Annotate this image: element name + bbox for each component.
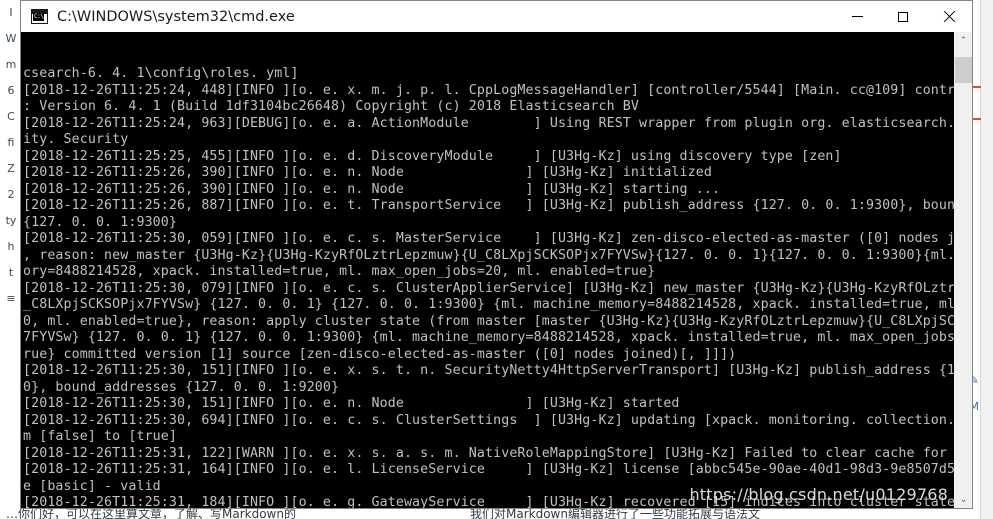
console-line: {127. 0. 0. 1:9300} [23, 214, 178, 230]
console-line: ory=8488214528, xpack. installed=true, m… [23, 264, 656, 279]
console-scrollbar[interactable]: ⌃ ⌄ [954, 32, 972, 508]
background-strip-char: fi [7, 136, 15, 149]
background-strip-char: t [8, 266, 14, 279]
close-icon [943, 11, 955, 23]
console-line: [2018-12-26T11:25:24, 963][DEBUG][o. e. … [23, 115, 954, 131]
background-strip-char: ty [5, 214, 17, 227]
console-line: [2018-12-26T11:25:26, 390][INFO ][o. e. … [23, 181, 721, 197]
background-strip-char: h [7, 240, 15, 253]
minimize-icon [851, 16, 863, 17]
console-line: [2018-12-26T11:25:31, 122][WARN ][o. e. … [23, 445, 954, 461]
console-output[interactable]: csearch-6. 4. 1\config\roles. yml] [2018-… [21, 32, 954, 508]
close-button[interactable] [926, 1, 972, 32]
window-controls [834, 1, 972, 32]
background-strip-char: C [7, 110, 15, 123]
watermark-url: https://blog.csdn.net/u0129768 [689, 484, 948, 504]
cmd-window: C:\WINDOWS\system32\cmd.exe csearch-6. 4… [20, 0, 973, 509]
background-strip-char: I [9, 6, 13, 19]
background-left-strip: I Wm 6 Cfi Z 2 ty h t ≡ [0, 0, 22, 519]
console-line: [2018-12-26T11:25:26, 390][INFO ][o. e. … [23, 165, 712, 180]
console-line: 7FYVSw} {127. 0. 0. 1} {127. 0. 0. 1:930… [23, 330, 954, 345]
console-line: [2018-12-26T11:25:30, 151][INFO ][o. e. … [23, 363, 954, 378]
background-right-scroll-column[interactable] [980, 0, 993, 519]
background-strip-char: Z [7, 162, 15, 175]
background-strip-char: 6 [7, 84, 15, 97]
console-line: [2018-12-26T11:25:24, 448][INFO ][o. e. … [23, 82, 954, 98]
window-titlebar[interactable]: C:\WINDOWS\system32\cmd.exe [21, 1, 972, 32]
background-strip-char: m [5, 58, 17, 71]
console-line: , reason: new_master {U3Hg-Kz}{U3Hg-KzyR… [23, 247, 954, 263]
maximize-icon [898, 11, 908, 22]
console-line: [2018-12-26T11:25:30, 079][INFO ][o. e. … [23, 280, 954, 296]
console-line: [2018-12-26T11:25:30, 059][INFO ][o. e. … [23, 231, 954, 246]
console-line: [2018-12-26T11:25:26, 887][INFO ][o. e. … [23, 198, 954, 213]
console-line: ity. Security [23, 132, 129, 147]
scroll-thumb[interactable] [955, 57, 972, 83]
console-line: _C8LXpjSCKSOPjx7FYVSw} {127. 0. 0. 1} {1… [23, 297, 954, 312]
scroll-up-arrow-icon[interactable]: ⌃ [955, 32, 972, 49]
console-line: [2018-12-26T11:25:30, 694][INFO ][o. e. … [23, 412, 954, 428]
console-line: 0}, bound_addresses {127. 0. 0. 1:9200} [23, 379, 340, 395]
console-line: m [false] to [true] [23, 429, 178, 444]
scroll-down-arrow-icon[interactable]: ⌄ [955, 491, 972, 508]
minimize-button[interactable] [834, 1, 880, 32]
console-line: : Version 6. 4. 1 (Build 1df3104bc26648)… [23, 99, 640, 114]
console-line: 0, ml. enabled=true}, reason: apply clus… [23, 313, 954, 329]
background-strip-char: W [5, 32, 17, 45]
window-title: C:\WINDOWS\system32\cmd.exe [57, 8, 295, 25]
console-line: [2018-12-26T11:25:30, 151][INFO ][o. e. … [23, 396, 680, 411]
console-area: csearch-6. 4. 1\config\roles. yml] [2018-… [21, 32, 972, 508]
cmd-console-icon [31, 9, 48, 24]
background-strip-char: ≡ [6, 292, 16, 305]
console-line: rue} committed version [1] source [zen-d… [23, 346, 737, 362]
maximize-button[interactable] [880, 1, 926, 32]
console-line: [2018-12-26T11:25:25, 455][INFO ][o. e. … [23, 148, 842, 164]
background-strip-char: 2 [7, 188, 15, 201]
console-line: [2018-12-26T11:25:31, 164][INFO ][o. e. … [23, 462, 954, 477]
console-line: csearch-6. 4. 1\config\roles. yml] [23, 66, 299, 81]
scroll-track[interactable] [955, 49, 972, 491]
